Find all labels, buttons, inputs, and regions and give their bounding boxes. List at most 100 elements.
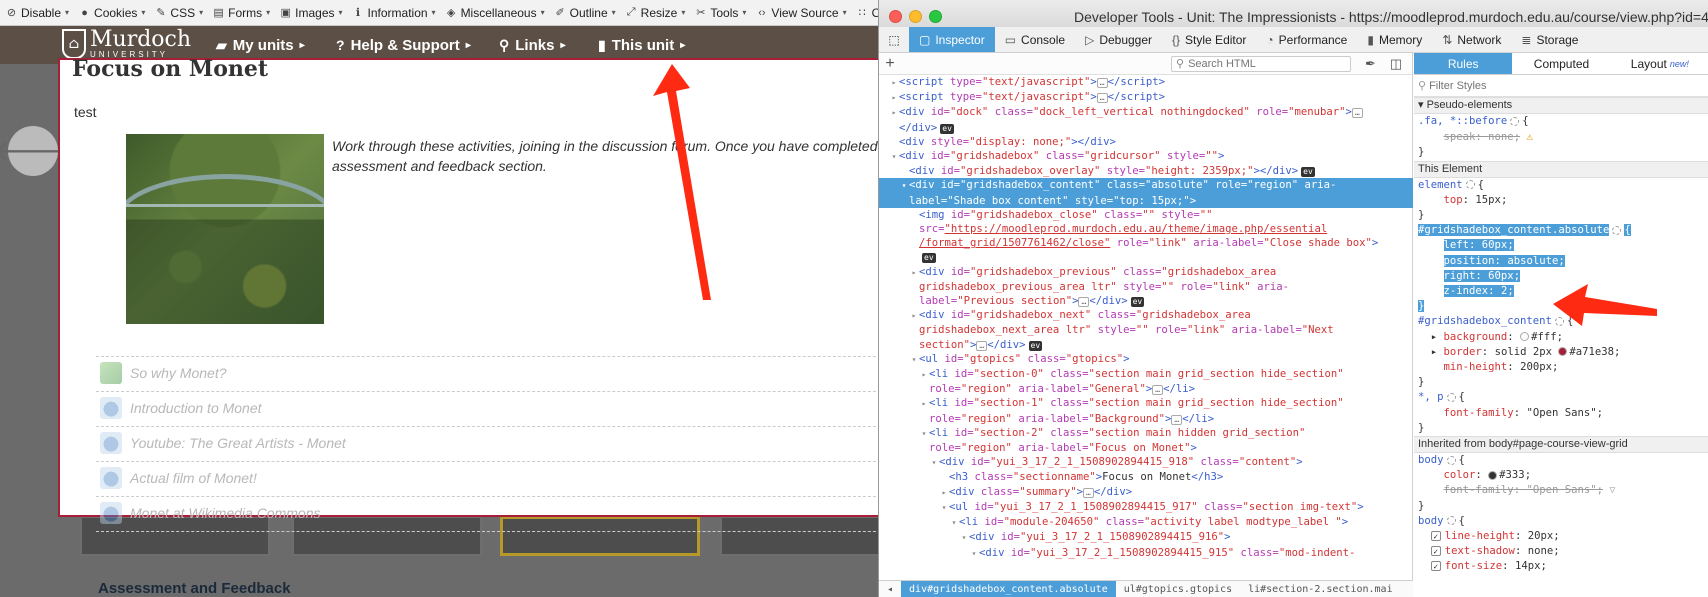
css-rule-line[interactable]: body{ — [1414, 453, 1708, 468]
collapse-arrow-icon[interactable]: ▾ — [919, 427, 929, 441]
collapse-arrow-icon[interactable]: ▾ — [899, 179, 909, 193]
webdev-menu-resize[interactable]: ⤢ Resize ▾ — [622, 0, 692, 26]
event-badge[interactable]: ev — [1130, 297, 1145, 308]
html-tree-node[interactable]: ▾ <div id="yui_3_17_2_1_1508902894415_918… — [879, 455, 1413, 470]
html-tree-node[interactable]: ▸ <li id="section-0" class="section main … — [879, 367, 1413, 382]
css-rule-line[interactable]: .fa, *::before{ — [1414, 114, 1708, 129]
collapse-arrow-icon[interactable]: ▾ — [929, 456, 939, 470]
html-tree-node[interactable]: src="https://moodleprod.murdoch.edu.au/t… — [879, 222, 1413, 236]
webdev-menu-information[interactable]: ℹ Information ▾ — [349, 0, 442, 26]
collapse-arrow-icon[interactable]: ▾ — [939, 501, 949, 515]
tab-network[interactable]: ⇅ Network — [1432, 27, 1511, 52]
filter-styles-field[interactable]: ⚲ — [1414, 75, 1708, 97]
expand-arrow-icon[interactable]: ▸ — [919, 368, 929, 382]
webdev-menu-outline[interactable]: ✐ Outline ▾ — [551, 0, 622, 26]
gear-icon[interactable] — [1554, 316, 1564, 326]
html-tree-node[interactable]: ▾ <div id="gridshadebox" class="gridcurso… — [879, 149, 1413, 164]
css-rule-line[interactable]: z-index: 2; — [1414, 284, 1708, 299]
css-rule-line[interactable]: } — [1414, 499, 1708, 514]
html-tree-node[interactable]: gridshadebox_next_area ltr" style="" rol… — [879, 323, 1413, 337]
webdev-menu-cookies[interactable]: ● Cookies ▾ — [75, 0, 151, 26]
search-html-input[interactable] — [1188, 57, 1339, 70]
breadcrumb-item[interactable]: div#gridshadebox_content.absolute — [901, 581, 1116, 597]
activity-item[interactable]: So why Monet? — [96, 356, 878, 389]
close-window-button[interactable] — [889, 10, 902, 23]
css-rule-line[interactable]: font-family: "Open Sans"; ▽ — [1414, 483, 1708, 498]
html-tree-node[interactable]: role="region" aria-label="General">… </li… — [879, 382, 1413, 396]
event-badge[interactable]: ev — [922, 253, 936, 264]
css-rule-line[interactable]: font-family: "Open Sans"; — [1414, 406, 1708, 421]
filter-icon[interactable]: ▽ — [1609, 485, 1615, 496]
expand-arrow-icon[interactable]: ▸ — [909, 309, 919, 323]
html-tree-node[interactable]: ▾ <div id="yui_3_17_2_1_1508902894415_916… — [879, 530, 1413, 545]
html-tree-node[interactable]: ▸ <script type="text/javascript">… </scrip… — [879, 90, 1413, 105]
css-rule-line[interactable]: element{ — [1414, 178, 1708, 193]
activity-item[interactable]: Introduction to Monet — [96, 391, 878, 424]
webdev-menu-miscellaneous[interactable]: ◈ Miscellaneous ▾ — [442, 0, 551, 26]
css-rule-line[interactable]: } — [1414, 299, 1708, 314]
event-badge[interactable]: ev — [940, 123, 954, 134]
toggle-sidebar-icon[interactable]: ◫ — [1390, 56, 1402, 72]
webdev-menu-forms[interactable]: ▤ Forms ▾ — [209, 0, 276, 26]
tab-inspector[interactable]: ▢ Inspector — [909, 27, 995, 52]
html-tree-node[interactable]: ▾ <div id="gridshadebox_content" class="a… — [879, 178, 1413, 194]
gear-icon[interactable] — [1510, 116, 1520, 126]
html-tree-node[interactable]: section">… </div> ev — [879, 338, 1413, 352]
expand-arrow-icon[interactable]: ▸ — [919, 397, 929, 411]
event-badge[interactable]: ev — [1301, 167, 1315, 178]
collapsed-content-icon[interactable]: … — [976, 340, 988, 351]
webdev-menu-disable[interactable]: ⊘ Disable ▾ — [2, 0, 75, 26]
css-rule-line[interactable]: top: 15px; — [1414, 193, 1708, 208]
html-tree-node[interactable]: ▾ <div id="yui_3_17_2_1_1508902894415_915… — [879, 546, 1413, 561]
html-tree-node[interactable]: </div> ev — [879, 121, 1413, 135]
css-rule-line[interactable]: ✓ line-height: 20px; — [1414, 529, 1708, 544]
webdev-menu-view-source[interactable]: ‹› View Source ▾ — [752, 0, 852, 26]
html-tree-node[interactable]: ▸ <li id="section-1" class="section main … — [879, 396, 1413, 411]
gear-icon[interactable] — [1446, 392, 1456, 402]
gear-icon[interactable] — [1465, 180, 1475, 190]
css-rule-line[interactable]: min-height: 200px; — [1414, 360, 1708, 375]
collapsed-content-icon[interactable]: … — [1096, 78, 1108, 88]
color-swatch[interactable] — [1488, 470, 1498, 480]
css-rule-line[interactable]: #gridshadebox_content.absolute{ — [1414, 223, 1708, 238]
html-tree-node[interactable]: <h3 class="sectionname">Focus on Monet</… — [879, 470, 1413, 484]
css-rule-line[interactable]: body{ — [1414, 514, 1708, 529]
css-rule-line[interactable]: #gridshadebox_content{ — [1414, 314, 1708, 329]
html-tree-node[interactable]: ▸ <div id="dock" class="dock_left_vertica… — [879, 105, 1413, 120]
css-rule-line[interactable]: ✓ text-shadow: none; — [1414, 544, 1708, 559]
expand-arrow-icon[interactable]: ▸ — [939, 486, 949, 500]
tab-memory[interactable]: ▮ Memory — [1357, 27, 1432, 52]
html-tree-node[interactable]: ▾ <ul id="gtopics" class="gtopics"> — [879, 352, 1413, 367]
tab-performance[interactable]: ◔ Performance — [1256, 27, 1357, 52]
color-swatch[interactable] — [1558, 347, 1568, 357]
webdev-menu-css[interactable]: ✎ CSS ▾ — [151, 0, 209, 26]
maximize-window-button[interactable] — [929, 10, 942, 23]
html-tree-node[interactable]: label="Shade box content" style="top: 15… — [879, 193, 1413, 208]
css-rule-line[interactable]: ▸ background: #fff; — [1414, 330, 1708, 345]
search-html-field[interactable]: ⚲ — [1171, 55, 1351, 72]
minimize-window-button[interactable] — [909, 10, 922, 23]
breadcrumb-prev-arrow-icon[interactable]: ◂ — [879, 584, 901, 595]
css-rule-line[interactable]: color: #333; — [1414, 468, 1708, 483]
tab-rules[interactable]: Rules — [1414, 53, 1513, 74]
css-rule-line[interactable]: } — [1414, 421, 1708, 436]
pseudo-elements-header[interactable]: ▾ Pseudo-elements — [1414, 97, 1708, 114]
breadcrumb-item[interactable]: ul#gtopics.gtopics — [1116, 584, 1240, 595]
html-tree-node[interactable]: gridshadebox_previous_area ltr" style=""… — [879, 280, 1413, 294]
html-tree-node[interactable]: role="region" aria-label="Background">… <… — [879, 412, 1413, 426]
html-tree-node[interactable]: ev — [879, 250, 1413, 264]
html-tree-node[interactable]: role="region" aria-label="Focus on Monet… — [879, 441, 1413, 455]
collapsed-content-icon[interactable]: … — [1078, 297, 1090, 308]
css-rule-line[interactable]: right: 60px; — [1414, 269, 1708, 284]
eyedropper-icon[interactable]: ✒ — [1365, 56, 1376, 72]
expand-arrow-icon[interactable]: ▸ — [909, 266, 919, 280]
add-node-button[interactable]: + — [879, 55, 901, 73]
collapse-arrow-icon[interactable]: ▾ — [949, 516, 959, 530]
collapsed-content-icon[interactable]: … — [1082, 487, 1094, 498]
css-rule-line[interactable]: ▸ border: solid 2px #a71e38; — [1414, 345, 1708, 360]
collapsed-content-icon[interactable]: … — [1351, 108, 1363, 119]
css-rule-line[interactable]: } — [1414, 145, 1708, 160]
checkbox[interactable]: ✓ — [1430, 546, 1441, 557]
collapsed-content-icon[interactable]: … — [1152, 385, 1164, 396]
tab-computed[interactable]: Computed — [1512, 53, 1610, 74]
